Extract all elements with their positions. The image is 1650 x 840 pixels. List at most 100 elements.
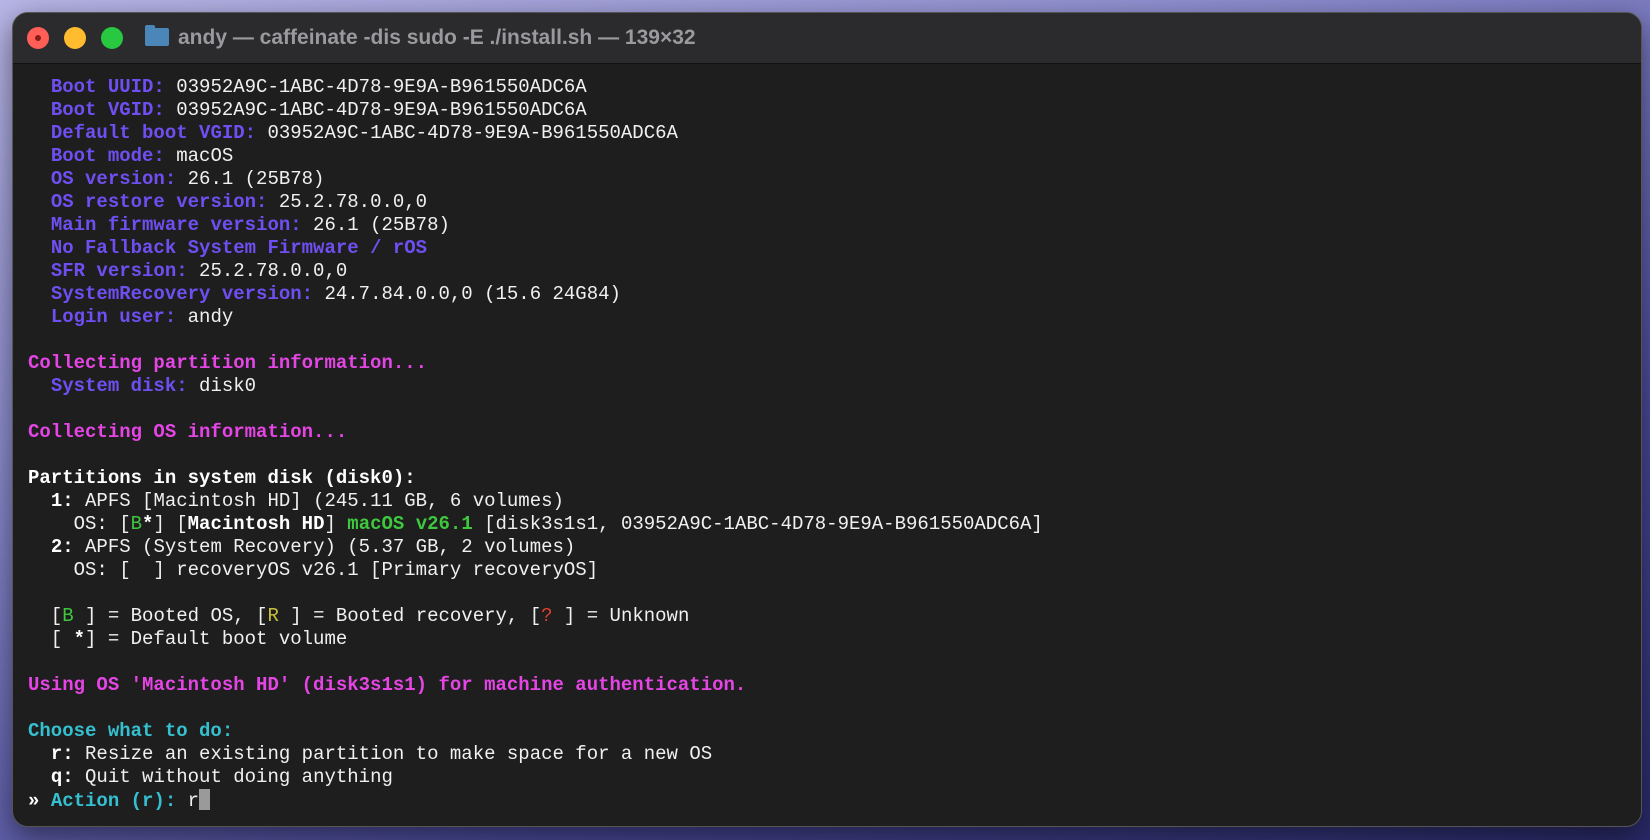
terminal-text: [disk3s1s1, 03952A9C-1ABC-4D78-9E9A-B961… [472, 513, 1043, 535]
terminal-text: ] = Booted OS, [ [73, 605, 268, 627]
window-title: andy — caffeinate -dis sudo -E ./install… [178, 26, 696, 49]
terminal-text: SFR version: [50, 260, 188, 282]
terminal-text: 24.7.84.0.0,0 (15.6 24G84) [313, 283, 621, 305]
terminal-line: Boot UUID: 03952A9C-1ABC-4D78-9E9A-B9615… [28, 76, 1043, 99]
terminal-text: ] = Default boot volume [85, 628, 348, 650]
terminal-text: ] = Booted recovery, [ [278, 605, 542, 627]
terminal-text: 2: [50, 536, 74, 558]
terminal-text: 26.1 (25B78) [301, 214, 450, 236]
terminal-text: Collecting OS information... [28, 421, 348, 443]
terminal-text: 1: [50, 490, 74, 512]
terminal-line: Boot mode: macOS [28, 145, 1043, 168]
terminal-text: Action (r): [50, 790, 177, 812]
terminal-line: OS restore version: 25.2.78.0.0,0 [28, 191, 1043, 214]
terminal-line: Boot VGID: 03952A9C-1ABC-4D78-9E9A-B9615… [28, 99, 1043, 122]
title-bar: andy — caffeinate -dis sudo -E ./install… [13, 13, 1641, 64]
terminal-text: [ [28, 605, 63, 627]
minimize-button[interactable] [64, 27, 86, 49]
zoom-button[interactable] [101, 27, 123, 49]
terminal-text: 03952A9C-1ABC-4D78-9E9A-B961550ADC6A [164, 99, 587, 121]
terminal-text: B [130, 513, 143, 535]
terminal-text: Quit without doing anything [73, 766, 393, 788]
terminal-text: APFS [Macintosh HD] (245.11 GB, 6 volume… [73, 490, 564, 512]
terminal-text: ] [ [153, 513, 188, 535]
terminal-line: OS: [B*] [Macintosh HD] macOS v26.1 [dis… [28, 513, 1043, 536]
terminal-text: 03952A9C-1ABC-4D78-9E9A-B961550ADC6A [256, 122, 678, 144]
terminal-text: Partitions in system disk (disk0): [28, 467, 416, 489]
terminal-text: 03952A9C-1ABC-4D78-9E9A-B961550ADC6A [164, 76, 587, 98]
terminal-text: System disk: [50, 375, 188, 397]
terminal-text: 25.2.78.0.0,0 [267, 191, 428, 213]
terminal-line: System disk: disk0 [28, 375, 1043, 398]
terminal-text: Choose what to do: [28, 720, 234, 742]
close-button[interactable] [27, 27, 49, 49]
terminal-text: * [142, 513, 154, 535]
terminal-line: Partitions in system disk (disk0): [28, 467, 1043, 490]
terminal-line: OS version: 26.1 (25B78) [28, 168, 1043, 191]
terminal-text: macOS v26.1 [347, 513, 473, 535]
terminal-line: Choose what to do: [28, 720, 1043, 743]
terminal-text: Using OS 'Macintosh HD' (disk3s1s1) for … [28, 674, 747, 696]
folder-icon [145, 25, 169, 46]
terminal-text: Resize an existing partition to make spa… [73, 743, 713, 765]
terminal-line: Collecting OS information... [28, 421, 1043, 444]
terminal-text: [ [28, 628, 74, 650]
terminal-text: Macintosh HD [187, 513, 325, 535]
terminal-line: SystemRecovery version: 24.7.84.0.0,0 (1… [28, 283, 1043, 306]
terminal-text: OS: [ ] recoveryOS v26.1 [Primary recove… [28, 559, 599, 581]
terminal-text: 26.1 (25B78) [176, 168, 325, 190]
terminal-text: SystemRecovery version: [50, 283, 314, 305]
terminal-line: [B ] = Booted OS, [R ] = Booted recovery… [28, 605, 1043, 628]
terminal-text: R [267, 605, 279, 627]
terminal-text: Collecting partition information... [28, 352, 428, 374]
terminal-text: B [62, 605, 74, 627]
terminal-line: Main firmware version: 26.1 (25B78) [28, 214, 1043, 237]
terminal-text: q: [50, 766, 74, 788]
terminal-text: Main firmware version: [50, 214, 302, 236]
terminal-text: OS: [ [28, 513, 131, 535]
terminal-text: OS restore version: [50, 191, 268, 213]
terminal-text: * [73, 628, 86, 650]
terminal-text: Default boot VGID: [50, 122, 257, 144]
terminal-line: Login user: andy [28, 306, 1043, 329]
terminal-line: SFR version: 25.2.78.0.0,0 [28, 260, 1043, 283]
terminal-text: Login user: [50, 306, 177, 328]
terminal-line: 1: APFS [Macintosh HD] (245.11 GB, 6 vol… [28, 490, 1043, 513]
terminal-text: Boot mode: [50, 145, 165, 167]
terminal-text: macOS [164, 145, 234, 167]
terminal-text: APFS (System Recovery) (5.37 GB, 2 volum… [73, 536, 576, 558]
terminal-window: andy — caffeinate -dis sudo -E ./install… [12, 12, 1642, 827]
terminal-line: Collecting partition information... [28, 352, 1043, 375]
terminal-line: q: Quit without doing anything [28, 766, 1043, 789]
terminal-text: ] [324, 513, 348, 535]
terminal-text: Boot VGID: [50, 99, 165, 121]
terminal-text: r [176, 790, 200, 812]
terminal-text: Boot UUID: [50, 76, 165, 98]
terminal-line: Using OS 'Macintosh HD' (disk3s1s1) for … [28, 674, 1043, 697]
terminal-line: [ *] = Default boot volume [28, 628, 1043, 651]
terminal-text: disk0 [187, 375, 257, 397]
terminal-line: r: Resize an existing partition to make … [28, 743, 1043, 766]
terminal-text: ? [541, 605, 553, 627]
terminal-line: 2: APFS (System Recovery) (5.37 GB, 2 vo… [28, 536, 1043, 559]
terminal-line: OS: [ ] recoveryOS v26.1 [Primary recove… [28, 559, 1043, 582]
terminal-text: ] = Unknown [552, 605, 690, 627]
terminal-output[interactable]: Boot UUID: 03952A9C-1ABC-4D78-9E9A-B9615… [28, 76, 1043, 812]
